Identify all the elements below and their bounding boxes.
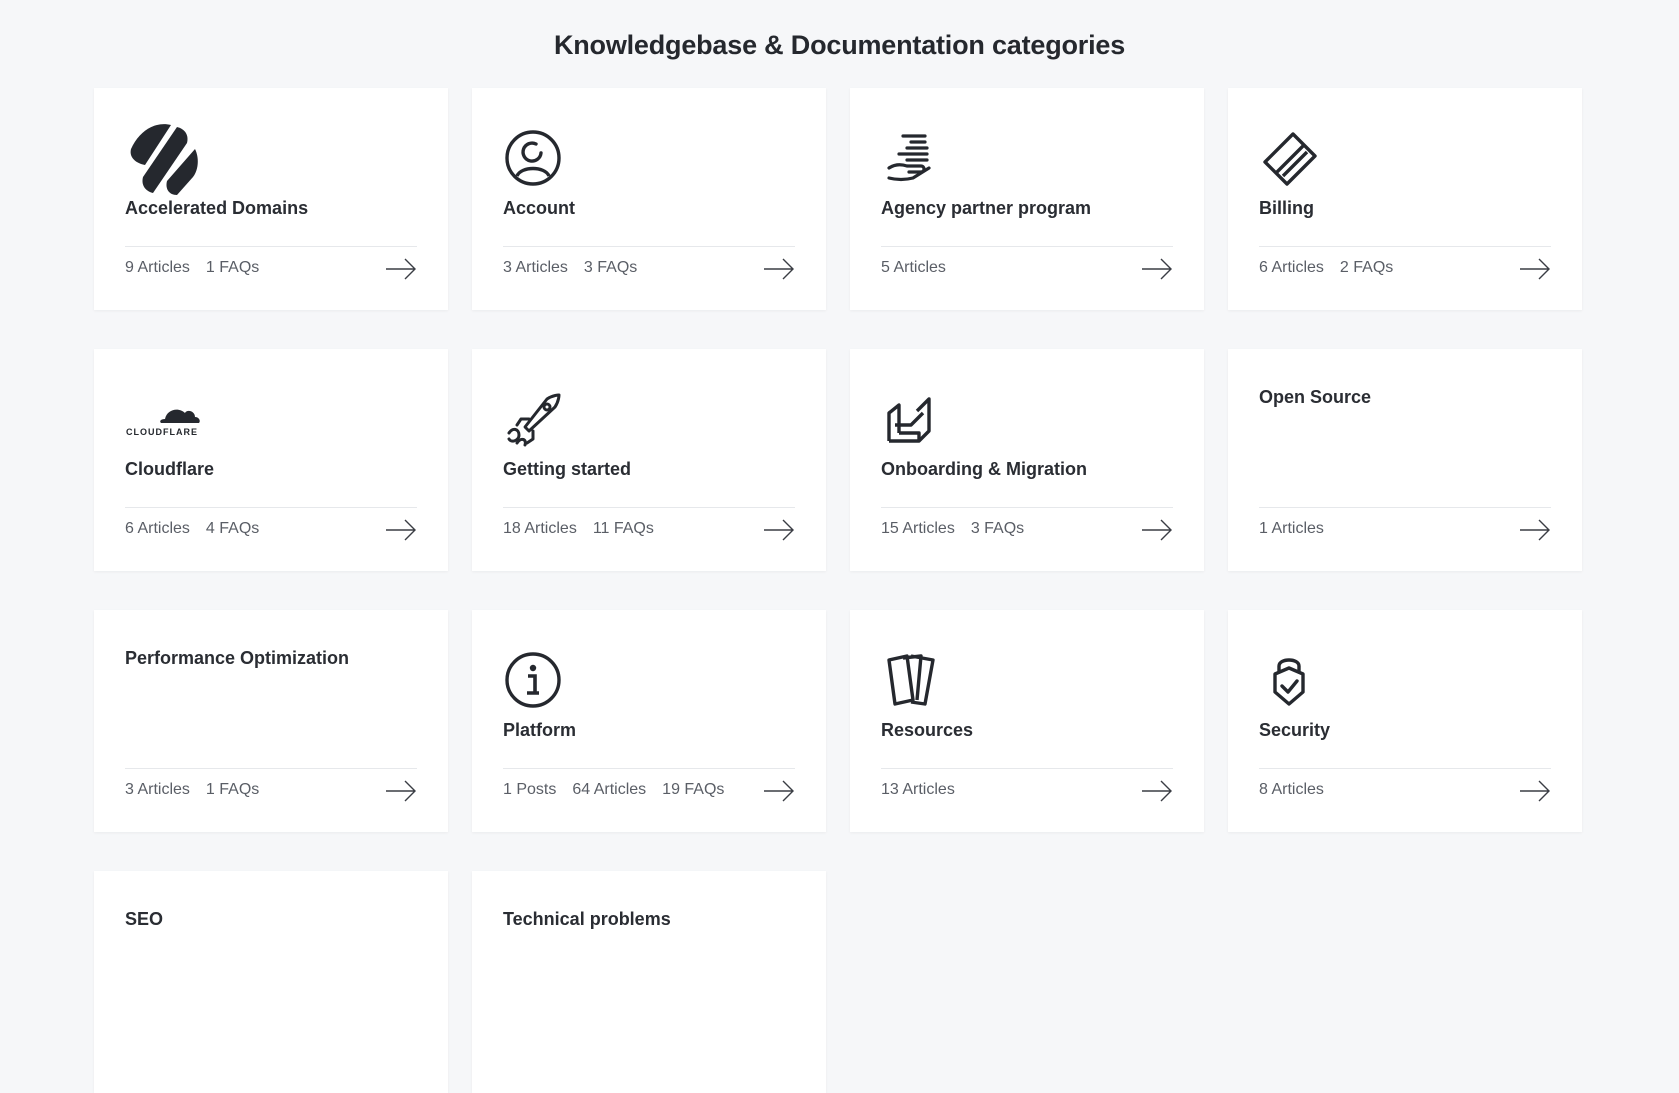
card-divider xyxy=(503,246,795,247)
stat-articles: 13 Articles xyxy=(881,781,955,798)
arrow-right-icon[interactable] xyxy=(1519,519,1551,541)
page-title: Knowledgebase & Documentation categories xyxy=(553,30,1126,60)
card-stats: 18 Articles 11 FAQs xyxy=(503,520,654,538)
credit-card-icon xyxy=(1259,118,1339,198)
card-title: Accelerated Domains xyxy=(125,198,309,218)
category-card-seo[interactable]: SEO xyxy=(94,871,448,1093)
arrow-right-icon[interactable] xyxy=(1141,780,1173,802)
rocket-icon xyxy=(503,379,583,459)
arrow-right-icon[interactable] xyxy=(385,519,417,541)
card-title: Platform xyxy=(503,720,577,740)
card-title: Billing xyxy=(1259,198,1314,218)
stat-articles: 9 Articles xyxy=(125,259,190,276)
stat-faqs: 19 FAQs xyxy=(662,781,725,798)
stat-articles: 8 Articles xyxy=(1259,781,1324,798)
stat-articles: 1 Articles xyxy=(1259,520,1324,537)
cloudflare-logo: CLOUDFLARE xyxy=(125,379,205,459)
stat-faqs: 4 FAQs xyxy=(205,520,260,537)
category-card-account[interactable]: Account 3 Articles 3 FAQs xyxy=(472,88,826,310)
card-divider xyxy=(1259,246,1551,247)
stat-articles: 18 Articles xyxy=(503,520,577,537)
card-title: Open Source xyxy=(1259,387,1372,407)
card-stats: 15 Articles 3 FAQs xyxy=(881,520,1024,538)
category-card-performance-optimization[interactable]: Performance Optimization 3 Articles 1 FA… xyxy=(94,610,448,832)
arrow-right-icon[interactable] xyxy=(763,258,795,280)
stat-articles: 6 Articles xyxy=(125,520,190,537)
category-card-cloudflare[interactable]: CLOUDFLARE Cloudflare 6 Articles 4 FAQs xyxy=(94,349,448,571)
info-circle-icon xyxy=(503,640,583,720)
category-grid: Accelerated Domains 9 Articles 1 FAQs Ac… xyxy=(94,88,1582,1093)
card-title: Cloudflare xyxy=(125,459,215,479)
stat-faqs: 2 FAQs xyxy=(1339,259,1394,276)
stat-faqs: 1 FAQs xyxy=(205,259,260,276)
user-circle-icon xyxy=(503,118,583,198)
card-stats: 6 Articles 2 FAQs xyxy=(1259,259,1393,277)
arrow-right-icon[interactable] xyxy=(763,519,795,541)
category-card-accelerated-domains[interactable]: Accelerated Domains 9 Articles 1 FAQs xyxy=(94,88,448,310)
card-stats: 5 Articles xyxy=(881,259,946,277)
category-card-open-source[interactable]: Open Source 1 Articles xyxy=(1228,349,1582,571)
category-card-platform[interactable]: Platform 1 Posts 64 Articles 19 FAQs xyxy=(472,610,826,832)
cloudflare-wordmark: CLOUDFLARE xyxy=(126,427,198,437)
card-title: Agency partner program xyxy=(881,198,1092,218)
stat-faqs: 3 FAQs xyxy=(583,259,638,276)
card-title: Resources xyxy=(881,720,974,740)
category-card-security[interactable]: Security 8 Articles xyxy=(1228,610,1582,832)
card-divider xyxy=(125,768,417,769)
card-title: Security xyxy=(1259,720,1331,740)
cards-icon xyxy=(881,640,961,720)
card-stats: 1 Articles xyxy=(1259,520,1324,538)
stat-articles: 3 Articles xyxy=(503,259,568,276)
card-divider xyxy=(1259,507,1551,508)
card-stats: 1 Posts 64 Articles 19 FAQs xyxy=(503,781,724,799)
category-card-agency-partner-program[interactable]: Agency partner program 5 Articles xyxy=(850,88,1204,310)
stat-articles: 5 Articles xyxy=(881,259,946,276)
card-stats: 6 Articles 4 FAQs xyxy=(125,520,259,538)
card-stats: 8 Articles xyxy=(1259,781,1324,799)
stat-articles: 15 Articles xyxy=(881,520,955,537)
arrow-right-icon[interactable] xyxy=(385,258,417,280)
card-divider xyxy=(503,768,795,769)
arrow-right-icon[interactable] xyxy=(1519,258,1551,280)
card-title: Getting started xyxy=(503,459,632,479)
arrow-right-icon[interactable] xyxy=(1141,258,1173,280)
card-stats: 3 Articles 1 FAQs xyxy=(125,781,259,799)
category-card-technical-problems[interactable]: Technical problems xyxy=(472,871,826,1093)
card-title: SEO xyxy=(125,909,164,929)
stat-faqs: 1 FAQs xyxy=(205,781,260,798)
card-divider xyxy=(1259,768,1551,769)
arrow-right-icon[interactable] xyxy=(763,780,795,802)
card-divider xyxy=(503,507,795,508)
card-title: Technical problems xyxy=(503,909,671,929)
card-title: Performance Optimization xyxy=(125,648,350,668)
stat-articles: 64 Articles xyxy=(572,781,647,798)
arrow-right-icon[interactable] xyxy=(1141,519,1173,541)
stat-faqs: 3 FAQs xyxy=(970,520,1025,537)
padlock-check-icon xyxy=(1259,640,1339,720)
stat-articles: 6 Articles xyxy=(1259,259,1324,276)
card-stats: 9 Articles 1 FAQs xyxy=(125,259,259,277)
card-divider xyxy=(881,768,1173,769)
migration-icon xyxy=(881,379,961,459)
accelerated-domains-icon xyxy=(125,118,205,198)
stat-articles: 3 Articles xyxy=(125,781,190,798)
arrow-right-icon[interactable] xyxy=(1519,780,1551,802)
stat-posts: 1 Posts xyxy=(503,781,557,798)
card-divider xyxy=(125,507,417,508)
hand-stack-icon xyxy=(881,118,961,198)
stat-faqs: 11 FAQs xyxy=(592,520,654,537)
card-stats: 3 Articles 3 FAQs xyxy=(503,259,637,277)
card-divider xyxy=(881,507,1173,508)
card-title: Onboarding & Migration xyxy=(881,459,1087,479)
category-card-billing[interactable]: Billing 6 Articles 2 FAQs xyxy=(1228,88,1582,310)
category-card-onboarding-migration[interactable]: Onboarding & Migration 15 Articles 3 FAQ… xyxy=(850,349,1204,571)
category-card-resources[interactable]: Resources 13 Articles xyxy=(850,610,1204,832)
card-divider xyxy=(881,246,1173,247)
card-title: Account xyxy=(503,198,575,218)
category-card-getting-started[interactable]: Getting started 18 Articles 11 FAQs xyxy=(472,349,826,571)
card-stats: 13 Articles xyxy=(881,781,955,799)
card-divider xyxy=(125,246,417,247)
arrow-right-icon[interactable] xyxy=(385,780,417,802)
